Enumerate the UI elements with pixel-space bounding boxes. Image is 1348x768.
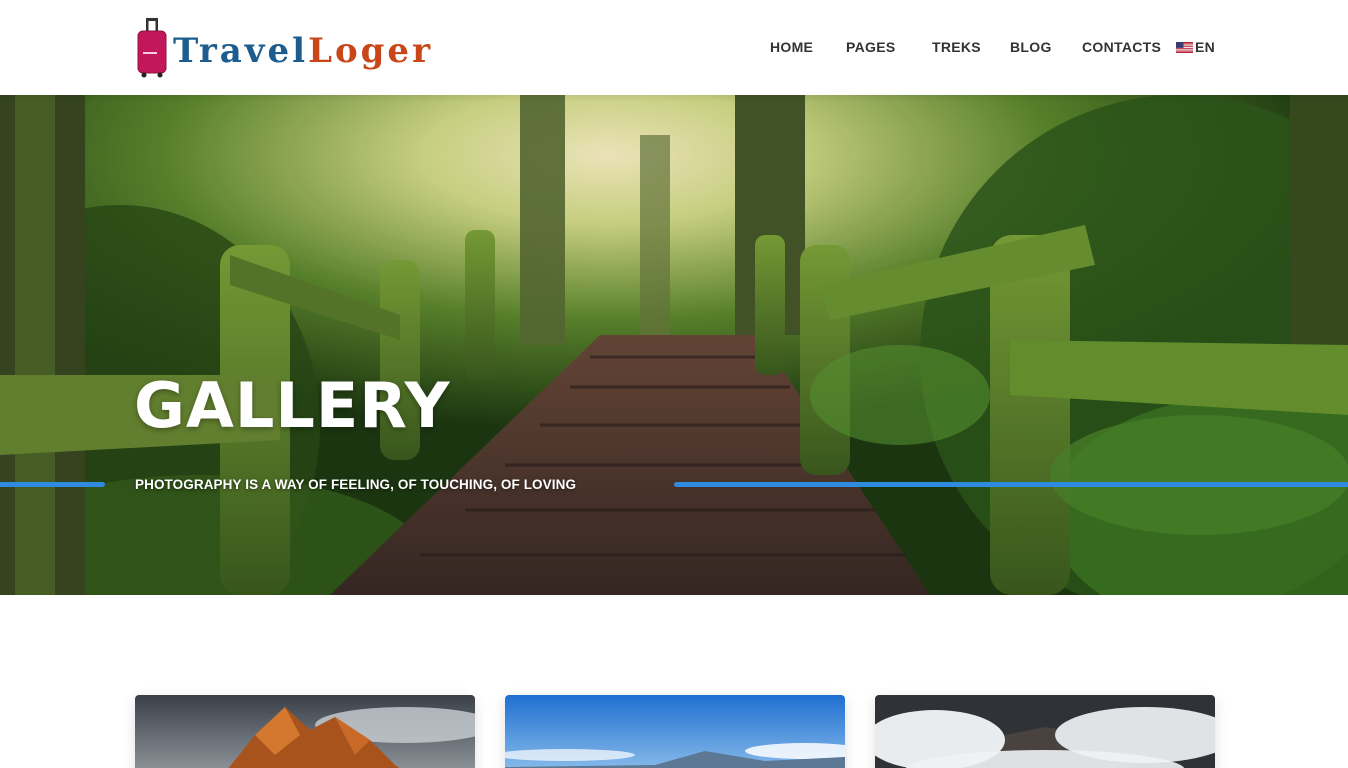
gallery-item-volcano-clouds[interactable] <box>875 695 1215 768</box>
hero-banner: GALLERY PHOTOGRAPHY IS A WAY OF FEELING,… <box>0 95 1348 595</box>
nav-home[interactable]: HOME <box>770 36 813 58</box>
nav-blog[interactable]: BLOG <box>1010 36 1052 58</box>
volcano-clouds-photo <box>875 695 1215 768</box>
hero-accent-line-left <box>0 482 105 487</box>
hero-accent-line-right <box>674 482 1348 487</box>
language-label: EN <box>1195 39 1216 55</box>
hero-subtitle: PHOTOGRAPHY IS A WAY OF FEELING, OF TOUC… <box>135 477 577 492</box>
page-title: GALLERY <box>134 369 451 442</box>
forest-boardwalk-image <box>0 95 1348 595</box>
nav-treks[interactable]: TREKS <box>932 36 981 58</box>
gallery-item-coastal-view[interactable] <box>505 695 845 768</box>
nav-contacts[interactable]: CONTACTS <box>1082 36 1161 58</box>
gallery-item-mountain-peak[interactable] <box>135 695 475 768</box>
site-header: TravelLoger HOME PAGES TREKS BLOG CONTAC… <box>0 0 1348 95</box>
mountain-peak-photo <box>135 695 475 768</box>
language-selector[interactable]: EN <box>1176 36 1215 58</box>
us-flag-icon <box>1176 41 1193 53</box>
coastal-view-photo <box>505 695 845 768</box>
gallery-section <box>0 595 1348 768</box>
main-nav: HOME PAGES TREKS BLOG CONTACTS EN <box>0 36 1348 60</box>
nav-pages[interactable]: PAGES <box>846 36 895 58</box>
